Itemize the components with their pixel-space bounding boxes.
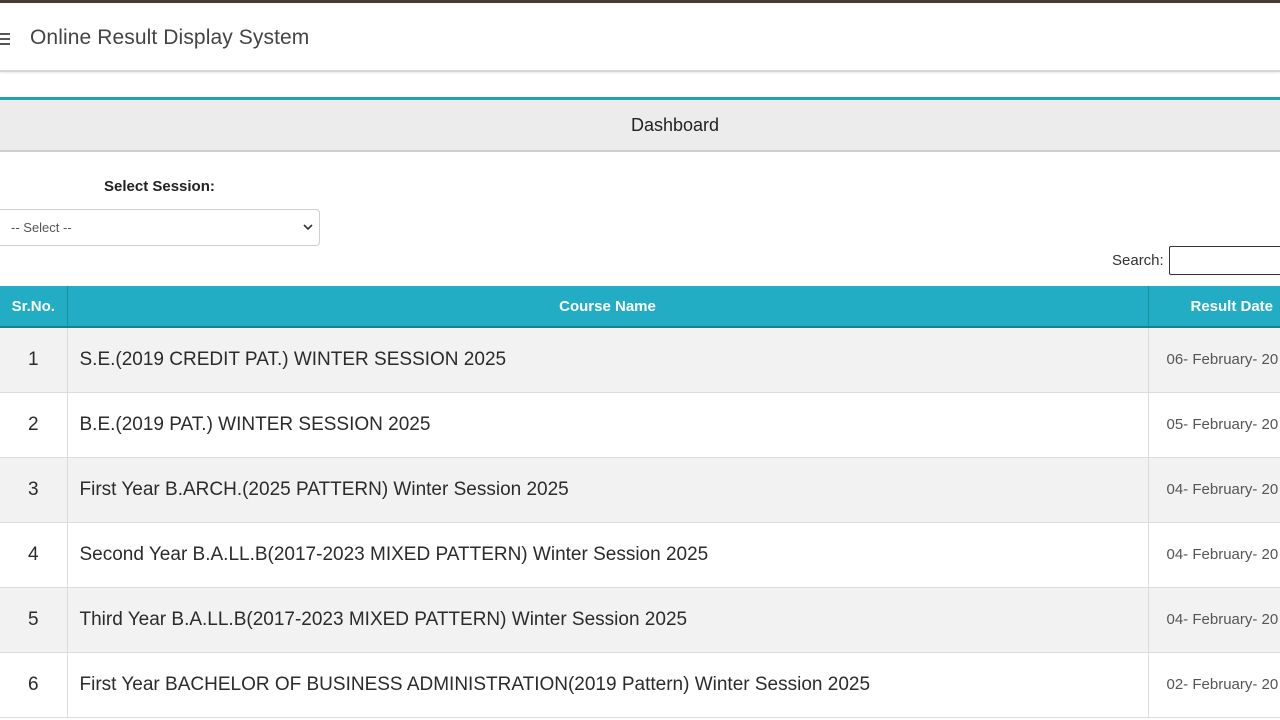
column-header-srno[interactable]: Sr.No.: [0, 286, 68, 328]
results-table: Sr.No. Course Name Result Date 1 S.E.(20…: [0, 286, 1280, 718]
table-row[interactable]: 6 First Year BACHELOR OF BUSINESS ADMINI…: [0, 652, 1280, 718]
row-srno: 1: [0, 327, 68, 393]
row-srno: 2: [0, 392, 68, 458]
table-row[interactable]: 5 Third Year B.A.LL.B(2017-2023 MIXED PA…: [0, 587, 1280, 653]
row-result-date: 04- February- 20: [1148, 587, 1280, 653]
row-srno: 5: [0, 587, 68, 653]
column-header-course-name[interactable]: Course Name: [67, 286, 1149, 328]
row-course-name[interactable]: First Year B.ARCH.(2025 PATTERN) Winter …: [67, 457, 1149, 523]
column-header-result-date[interactable]: Result Date: [1148, 286, 1280, 328]
row-result-date: 05- February- 20: [1148, 392, 1280, 458]
chevron-down-icon: [303, 224, 313, 231]
row-srno: 6: [0, 652, 68, 718]
row-course-name[interactable]: B.E.(2019 PAT.) WINTER SESSION 2025: [67, 392, 1149, 458]
dashboard-title: Dashboard: [630, 114, 720, 135]
row-course-name[interactable]: Second Year B.A.LL.B(2017-2023 MIXED PAT…: [67, 522, 1149, 588]
row-course-name[interactable]: S.E.(2019 CREDIT PAT.) WINTER SESSION 20…: [67, 327, 1149, 393]
select-session-label: Select Session:: [104, 178, 215, 195]
row-course-name[interactable]: First Year BACHELOR OF BUSINESS ADMINIST…: [67, 652, 1149, 718]
row-course-name[interactable]: Third Year B.A.LL.B(2017-2023 MIXED PATT…: [67, 587, 1149, 653]
dashboard-header: Dashboard: [0, 100, 1280, 152]
table-row[interactable]: 2 B.E.(2019 PAT.) WINTER SESSION 2025 05…: [0, 392, 1280, 458]
row-result-date: 04- February- 20: [1148, 457, 1280, 523]
session-select[interactable]: -- Select --: [0, 209, 320, 246]
app-title: Online Result Display System: [30, 26, 310, 49]
row-result-date: 06- February- 20: [1148, 327, 1280, 393]
table-header-row: Sr.No. Course Name Result Date: [0, 286, 1280, 328]
table-row[interactable]: 4 Second Year B.A.LL.B(2017-2023 MIXED P…: [0, 522, 1280, 588]
navbar: Online Result Display System: [0, 3, 1280, 72]
row-srno: 3: [0, 457, 68, 523]
row-srno: 4: [0, 522, 68, 588]
search-label: Search:: [1112, 252, 1164, 269]
hamburger-menu-icon[interactable]: [0, 33, 10, 45]
row-result-date: 04- February- 20: [1148, 522, 1280, 588]
row-result-date: 02- February- 20: [1148, 652, 1280, 718]
session-select-value: -- Select --: [11, 220, 72, 235]
table-row[interactable]: 3 First Year B.ARCH.(2025 PATTERN) Winte…: [0, 457, 1280, 523]
search-input[interactable]: [1169, 246, 1280, 275]
table-row[interactable]: 1 S.E.(2019 CREDIT PAT.) WINTER SESSION …: [0, 327, 1280, 393]
